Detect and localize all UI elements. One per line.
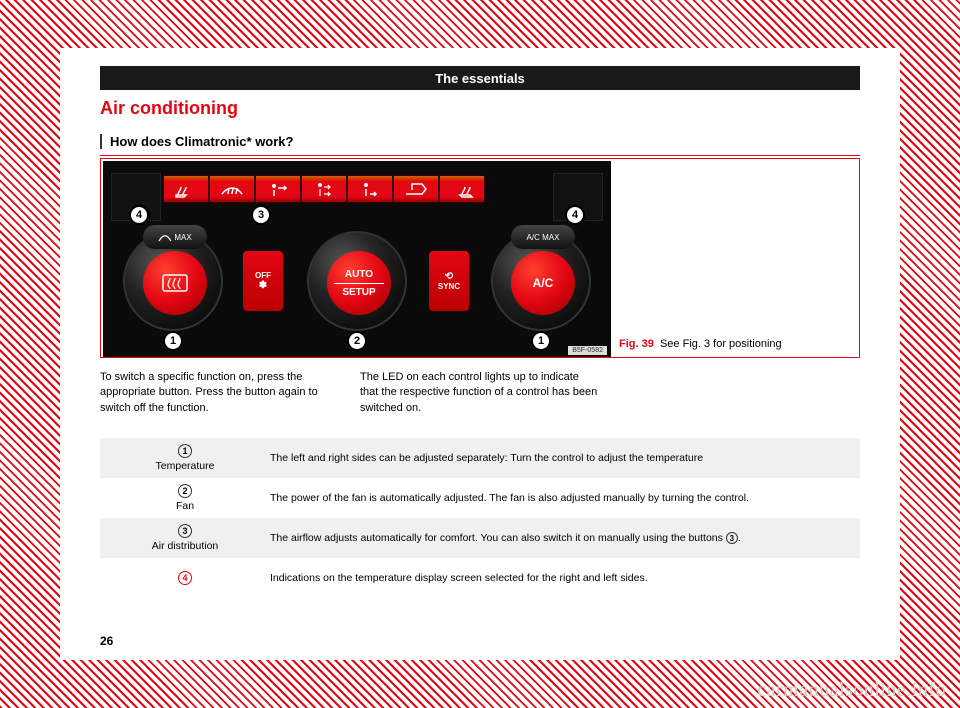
body-para-1: To switch a specific function on, press … xyxy=(100,370,340,416)
row-label-1: Temperature xyxy=(156,460,215,472)
right-temperature-dial: A/C MAX A/C xyxy=(491,231,591,331)
subsection-title: How does Climatronic* work? xyxy=(100,134,860,149)
row-number-1: 1 xyxy=(178,444,192,458)
callout-3: 3 xyxy=(251,205,271,225)
max-defrost-badge: MAX xyxy=(143,225,207,249)
air-distribution-button-row xyxy=(163,175,485,203)
auto-label: AUTO xyxy=(345,269,373,280)
row-label-2: Fan xyxy=(176,500,194,512)
airflow-face-icon xyxy=(255,175,301,203)
ac-max-label: A/C MAX xyxy=(527,233,560,242)
off-label: OFF xyxy=(255,271,271,280)
row-label-3: Air distribution xyxy=(152,540,219,552)
seat-heat-left-icon xyxy=(163,175,209,203)
manual-page: The essentials Air conditioning How does… xyxy=(60,48,900,660)
row-desc-2: The power of the fan is automatically ad… xyxy=(270,492,860,504)
callout-4-right: 4 xyxy=(565,205,585,225)
figure-caption-label: Fig. 39 xyxy=(619,338,654,350)
watermark: carmanualsonline.info xyxy=(757,679,946,702)
max-label: MAX xyxy=(174,233,191,242)
recirculation-icon xyxy=(393,175,439,203)
image-code: B5F-0582 xyxy=(568,346,607,355)
ac-max-badge: A/C MAX xyxy=(511,225,575,249)
callout-1-left: 1 xyxy=(163,331,183,351)
sync-button: ⟲ SYNC xyxy=(429,251,469,311)
callout-1-right: 1 xyxy=(531,331,551,351)
figure-block: MAX OFF ✽ AUTO SETUP ⟲ SYNC xyxy=(100,158,860,358)
callout-line xyxy=(149,211,150,221)
chapter-title: The essentials xyxy=(435,71,525,86)
callout-4-left: 4 xyxy=(129,205,149,225)
seat-heat-right-icon xyxy=(439,175,485,203)
row-number-3: 3 xyxy=(178,524,192,538)
rear-defrost-icon xyxy=(143,251,207,315)
inline-ref-3: 3 xyxy=(726,532,738,544)
table-row: 3 Air distribution The airflow adjusts a… xyxy=(100,518,860,558)
callout-2: 2 xyxy=(347,331,367,351)
climatronic-panel-image: MAX OFF ✽ AUTO SETUP ⟲ SYNC xyxy=(103,161,611,357)
ac-label: A/C xyxy=(533,276,554,290)
snow-icon: ✽ xyxy=(259,280,267,291)
subsection-header: How does Climatronic* work? xyxy=(100,134,860,156)
table-row: 1 Temperature The left and right sides c… xyxy=(100,438,860,478)
center-fan-dial: AUTO SETUP xyxy=(307,231,407,331)
recirc-small-icon: ⟲ xyxy=(445,271,453,282)
body-para-2: The LED on each control lights up to ind… xyxy=(360,370,600,416)
section-title: Air conditioning xyxy=(100,98,238,119)
row-desc-3: The airflow adjusts automatically for co… xyxy=(270,532,860,544)
row-desc-1: The left and right sides can be adjusted… xyxy=(270,452,860,464)
page-number: 26 xyxy=(100,634,113,648)
setup-label: SETUP xyxy=(342,287,375,298)
chapter-header: The essentials xyxy=(100,66,860,90)
windshield-defrost-icon xyxy=(209,175,255,203)
row-number-4: 4 xyxy=(178,571,192,585)
off-button: OFF ✽ xyxy=(243,251,283,311)
row-desc-4: Indications on the temperature display s… xyxy=(270,572,860,584)
body-col-empty xyxy=(620,370,860,416)
figure-caption: Fig. 39 See Fig. 3 for positioning xyxy=(619,337,853,351)
sync-label: SYNC xyxy=(438,282,460,291)
body-text: To switch a specific function on, press … xyxy=(100,370,860,416)
table-row: 4 Indications on the temperature display… xyxy=(100,558,860,598)
figure-caption-text: See Fig. 3 for positioning xyxy=(660,338,782,350)
airflow-feet-icon xyxy=(347,175,393,203)
airflow-face-feet-icon xyxy=(301,175,347,203)
row-number-2: 2 xyxy=(178,484,192,498)
left-temperature-dial: MAX xyxy=(123,231,223,331)
controls-table: 1 Temperature The left and right sides c… xyxy=(100,438,860,598)
table-row: 2 Fan The power of the fan is automatica… xyxy=(100,478,860,518)
